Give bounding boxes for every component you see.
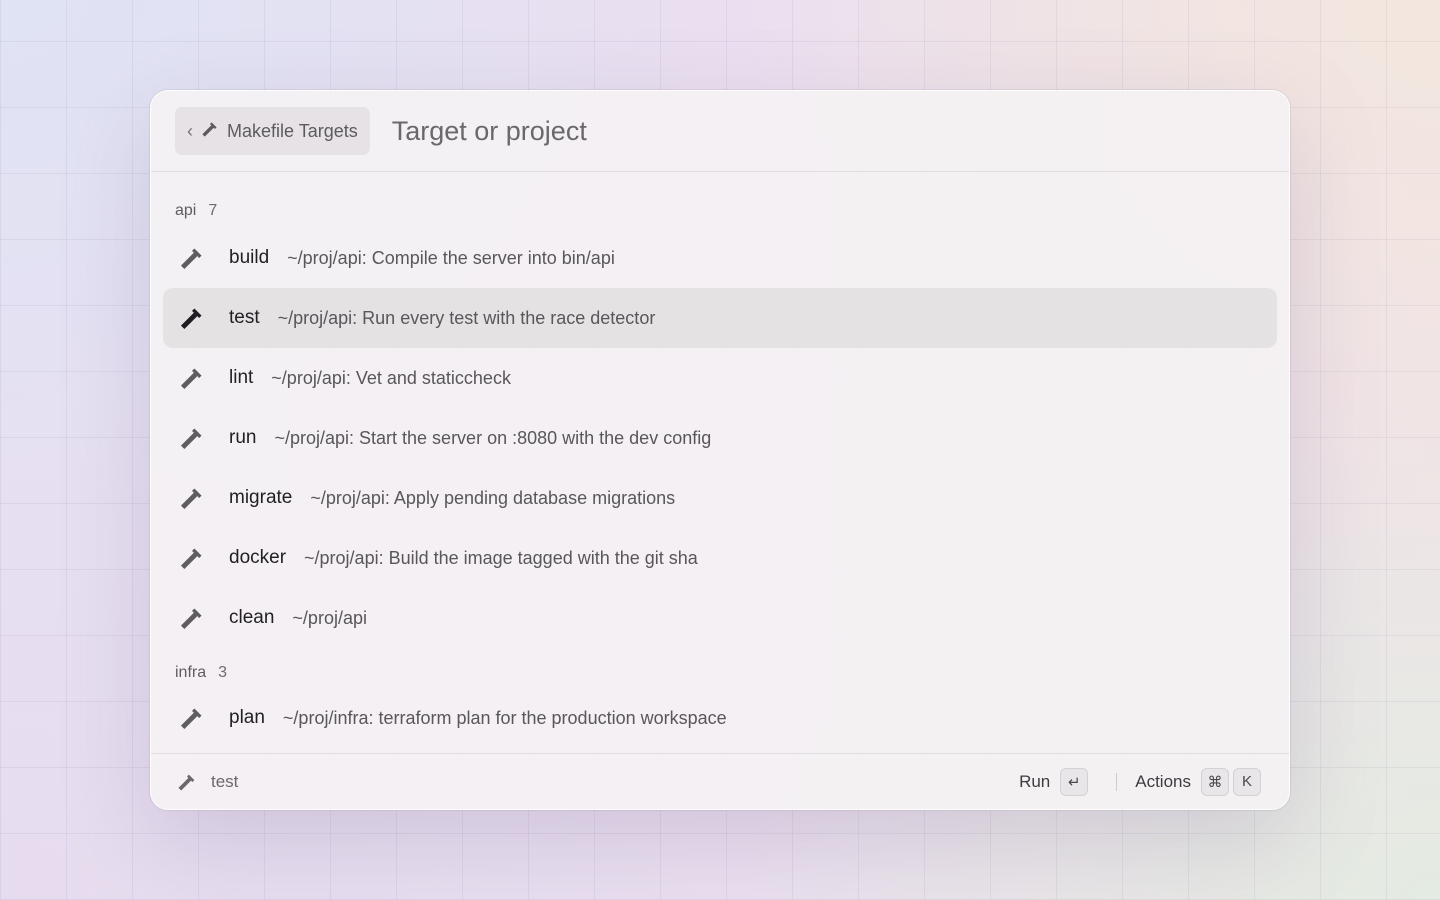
item-name: clean <box>229 607 275 628</box>
hammer-icon <box>179 705 205 731</box>
section-header-infra: infra 3 <box>163 648 1277 688</box>
list-item-clean[interactable]: clean ~/proj/api <box>163 588 1277 648</box>
search-input[interactable] <box>389 114 994 148</box>
item-description: ~/proj/infra: terraform plan for the pro… <box>282 707 727 728</box>
item-name: docker <box>229 547 287 568</box>
hammer-icon <box>179 605 205 631</box>
selected-item-label: test <box>211 771 239 791</box>
hammer-icon <box>177 772 197 792</box>
command-palette: ‹ Makefile Targets api 7 build ~/proj/api: … <box>150 90 1290 810</box>
section-header-api: api 7 <box>163 172 1277 228</box>
run-action[interactable]: Run ↵ <box>1019 767 1089 796</box>
item-description: ~/proj/api <box>292 607 367 628</box>
hammer-icon <box>179 305 205 331</box>
section-count: 7 <box>208 202 218 219</box>
list-item-build[interactable]: build ~/proj/api: Compile the server into… <box>163 228 1277 288</box>
item-name: lint <box>229 367 254 388</box>
palette-header: ‹ Makefile Targets <box>151 91 1289 172</box>
hammer-icon <box>179 545 205 571</box>
item-name: migrate <box>229 487 293 508</box>
list-item-migrate[interactable]: migrate ~/proj/api: Apply pending databas… <box>163 468 1277 528</box>
actions-label: Actions <box>1135 771 1191 791</box>
item-description: ~/proj/api: Run every test with the race… <box>277 307 656 328</box>
list-item-docker[interactable]: docker ~/proj/api: Build the image tagged… <box>163 528 1277 588</box>
run-label: Run <box>1019 771 1051 791</box>
item-description: ~/proj/api: Build the image tagged with … <box>304 547 698 568</box>
item-name: test <box>229 307 260 328</box>
results-list: api 7 build ~/proj/api: Compile the server … <box>163 172 1277 748</box>
item-description: ~/proj/api: Vet and staticcheck <box>271 367 511 388</box>
item-name: run <box>229 427 257 448</box>
command-key: ⌘ <box>1201 767 1229 796</box>
k-key: K <box>1233 767 1261 796</box>
item-name: build <box>229 247 270 268</box>
hammer-icon <box>179 425 205 451</box>
hammer-icon <box>179 245 205 271</box>
footer-divider <box>1116 772 1118 791</box>
enter-key: ↵ <box>1060 767 1089 796</box>
hammer-icon <box>179 485 205 511</box>
item-description: ~/proj/api: Start the server on :8080 wi… <box>274 427 712 448</box>
section-count: 3 <box>218 664 228 681</box>
section-name: infra <box>175 664 207 681</box>
list-item-plan[interactable]: plan ~/proj/infra: terraform plan for the… <box>163 688 1277 748</box>
list-item-test[interactable]: test ~/proj/api: Run every test with the … <box>163 288 1277 348</box>
chevron-left-icon: ‹ <box>187 120 193 141</box>
hammer-icon <box>179 365 205 391</box>
list-item-run[interactable]: run ~/proj/api: Start the server on :8080… <box>163 408 1277 468</box>
item-name: plan <box>229 707 265 728</box>
breadcrumb-label: Makefile Targets <box>227 120 358 141</box>
hammer-icon <box>201 120 219 143</box>
section-name: api <box>175 202 197 219</box>
actions-button[interactable]: Actions ⌘ K <box>1135 767 1261 796</box>
palette-footer: test Run ↵ Actions ⌘ K <box>151 753 1289 809</box>
item-description: ~/proj/api: Apply pending database migra… <box>310 487 676 508</box>
item-description: ~/proj/api: Compile the server into bin/… <box>287 247 615 268</box>
list-item-lint[interactable]: lint ~/proj/api: Vet and staticcheck <box>163 348 1277 408</box>
breadcrumb-makefile-targets[interactable]: ‹ Makefile Targets <box>175 107 370 155</box>
